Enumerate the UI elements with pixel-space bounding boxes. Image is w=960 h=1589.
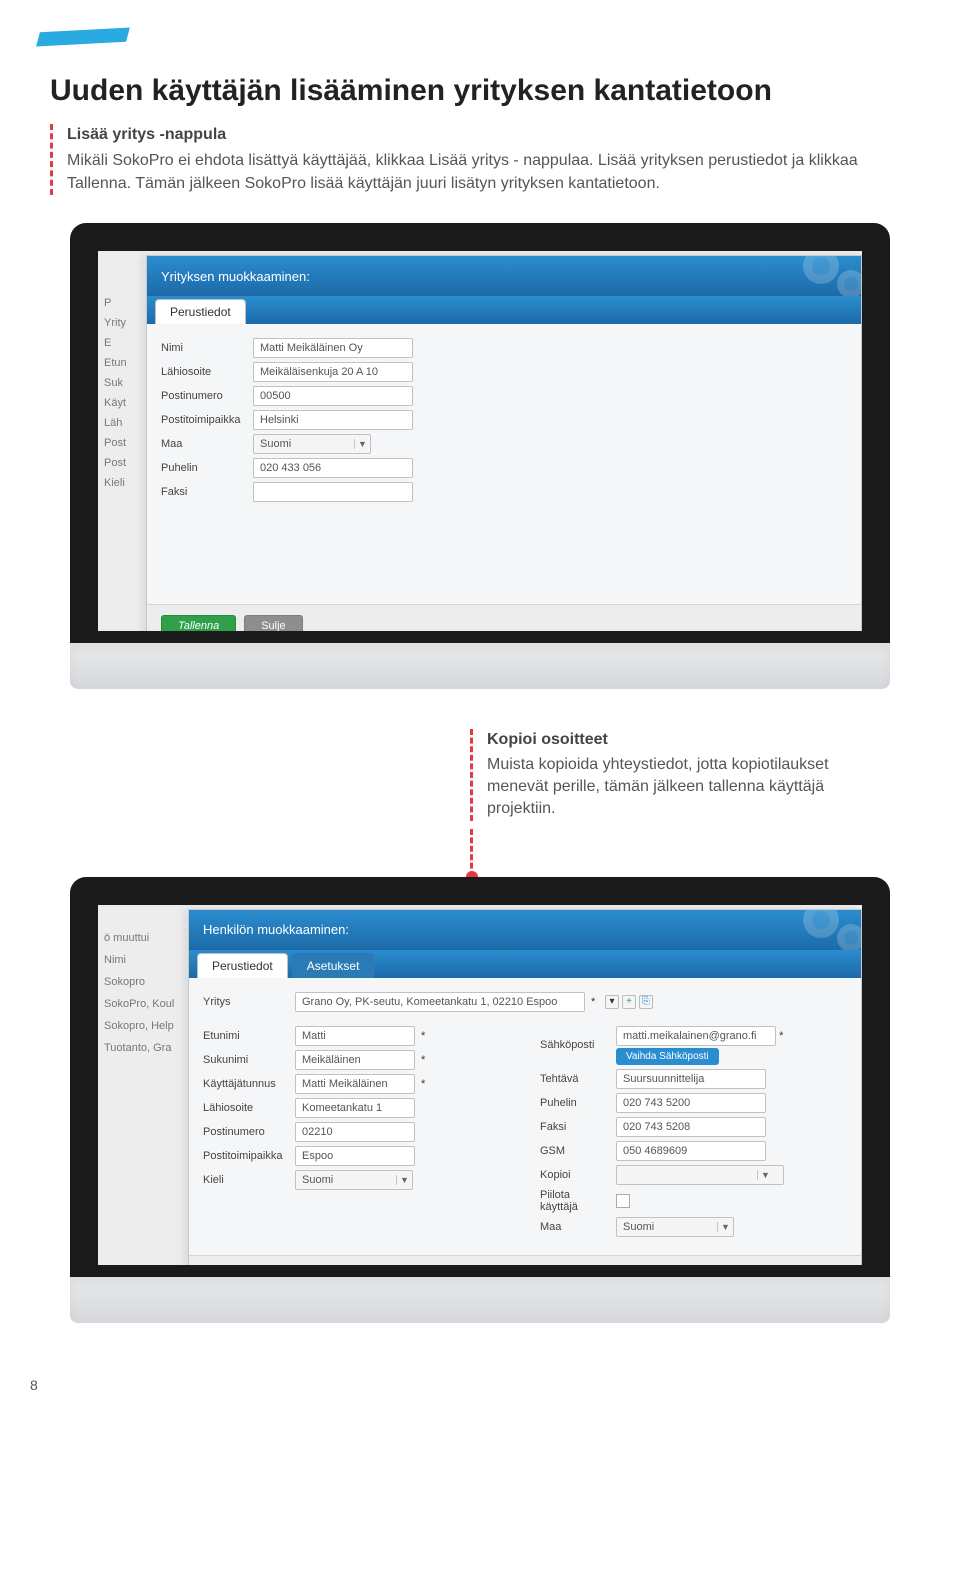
label-faksi: Faksi bbox=[161, 486, 247, 498]
label-postinumero: Postinumero bbox=[161, 390, 247, 402]
dropdown-maa[interactable]: Suomi ▼ bbox=[253, 434, 371, 454]
chevron-down-icon: ▼ bbox=[757, 1170, 773, 1180]
label-sukunimi: Sukunimi bbox=[203, 1054, 289, 1066]
label-puhelin: Puhelin bbox=[161, 462, 247, 474]
input-postitoimipaikka2[interactable] bbox=[295, 1146, 415, 1166]
input-postinumero2[interactable] bbox=[295, 1122, 415, 1142]
modal-title-2: Henkilön muokkaaminen: bbox=[203, 922, 349, 937]
background-window-labels-2: ö muuttui Nimi Sokopro SokoPro, Koul Sok… bbox=[104, 927, 174, 1059]
modal-tabs-2: Perustiedot Asetukset bbox=[189, 950, 861, 978]
input-tehtava[interactable] bbox=[616, 1069, 766, 1089]
page-title: Uuden käyttäjän lisääminen yrityksen kan… bbox=[50, 74, 910, 108]
add-icon[interactable]: + bbox=[622, 995, 636, 1009]
label-puhelin2: Puhelin bbox=[540, 1097, 610, 1109]
callout2-body: Muista kopioida yhteystiedot, jotta kopi… bbox=[487, 754, 890, 821]
label-piilota: Piilota käyttäjä bbox=[540, 1189, 610, 1213]
input-sukunimi[interactable] bbox=[295, 1050, 415, 1070]
label-postitoimipaikka2: Postitoimipaikka bbox=[203, 1150, 289, 1162]
input-lahiosoite2[interactable] bbox=[295, 1098, 415, 1118]
chevron-down-icon: ▼ bbox=[354, 439, 370, 449]
accent-bar bbox=[36, 28, 130, 47]
label-faksi2: Faksi bbox=[540, 1121, 610, 1133]
label-lahiosoite: Lähiosoite bbox=[161, 366, 247, 378]
modal-title: Yrityksen muokkaaminen: bbox=[161, 269, 310, 284]
modal-tabs: Perustiedot bbox=[147, 296, 861, 324]
input-etunimi[interactable] bbox=[295, 1026, 415, 1046]
input-yritys[interactable] bbox=[295, 992, 585, 1012]
intro-callout: Lisää yritys -nappula Mikäli SokoPro ei … bbox=[50, 124, 910, 195]
tab-perustiedot-2[interactable]: Perustiedot bbox=[197, 953, 288, 978]
chevron-down-icon[interactable]: ▾ bbox=[605, 995, 619, 1009]
chevron-down-icon: ▼ bbox=[396, 1175, 412, 1185]
callout2-title: Kopioi osoitteet bbox=[487, 729, 890, 751]
label-yritys: Yritys bbox=[203, 996, 289, 1008]
dropdown-kieli[interactable]: Suomi ▼ bbox=[295, 1170, 413, 1190]
close-button-2[interactable]: Sulje bbox=[286, 1266, 344, 1277]
input-postitoimipaikka[interactable] bbox=[253, 410, 413, 430]
label-postitoimipaikka: Postitoimipaikka bbox=[161, 414, 247, 426]
dropdown-maa2[interactable]: Suomi ▼ bbox=[616, 1217, 734, 1237]
background-window-labels: P Yrity E Etun Suk Käyt Läh Post Post Ki… bbox=[104, 293, 127, 493]
intro-body: Mikäli SokoPro ei ehdota lisättyä käyttä… bbox=[67, 150, 910, 195]
label-nimi: Nimi bbox=[161, 342, 247, 354]
input-faksi[interactable] bbox=[253, 482, 413, 502]
input-postinumero[interactable] bbox=[253, 386, 413, 406]
label-tehtava: Tehtävä bbox=[540, 1073, 610, 1085]
input-gsm[interactable] bbox=[616, 1141, 766, 1161]
monitor-2: ö muuttui Nimi Sokopro SokoPro, Koul Sok… bbox=[70, 877, 890, 1323]
input-kayttajatunnus[interactable] bbox=[295, 1074, 415, 1094]
close-button[interactable]: Sulje bbox=[244, 615, 302, 637]
input-faksi2[interactable] bbox=[616, 1117, 766, 1137]
tab-asetukset[interactable]: Asetukset bbox=[292, 953, 375, 978]
label-kieli: Kieli bbox=[203, 1174, 289, 1186]
required-star: * bbox=[591, 996, 599, 1008]
input-puhelin[interactable] bbox=[253, 458, 413, 478]
label-maa2: Maa bbox=[540, 1221, 610, 1233]
company-edit-modal: Yrityksen muokkaaminen: Perustiedot Nimi bbox=[146, 255, 862, 643]
change-email-button[interactable]: Vaihda Sähköposti bbox=[616, 1048, 719, 1065]
modal-header: Yrityksen muokkaaminen: bbox=[147, 256, 861, 296]
label-sahkoposti: Sähköposti bbox=[540, 1039, 610, 1051]
leader-line bbox=[470, 829, 910, 877]
tab-perustiedot[interactable]: Perustiedot bbox=[155, 299, 246, 324]
label-lahiosoite2: Lähiosoite bbox=[203, 1102, 289, 1114]
label-etunimi: Etunimi bbox=[203, 1030, 289, 1042]
label-maa: Maa bbox=[161, 438, 247, 450]
callout-kopioi: Kopioi osoitteet Muista kopioida yhteyst… bbox=[470, 729, 890, 821]
dropdown-kopioi[interactable]: ▼ bbox=[616, 1165, 784, 1185]
copy-icon[interactable]: ⎘ bbox=[639, 995, 653, 1009]
save-button-2[interactable]: Tallenna bbox=[203, 1266, 278, 1277]
save-button[interactable]: Tallenna bbox=[161, 615, 236, 637]
input-nimi[interactable] bbox=[253, 338, 413, 358]
label-kayttajatunnus: Käyttäjätunnus bbox=[203, 1078, 289, 1090]
input-lahiosoite[interactable] bbox=[253, 362, 413, 382]
gear-icon bbox=[761, 910, 861, 950]
label-postinumero2: Postinumero bbox=[203, 1126, 289, 1138]
chevron-down-icon: ▼ bbox=[717, 1222, 733, 1232]
person-edit-modal: Henkilön muokkaaminen: Perustiedot Asetu… bbox=[188, 909, 862, 1277]
intro-subheading: Lisää yritys -nappula bbox=[67, 124, 910, 146]
checkbox-piilota[interactable] bbox=[616, 1194, 630, 1208]
monitor-1: P Yrity E Etun Suk Käyt Läh Post Post Ki… bbox=[70, 223, 890, 689]
gear-icon bbox=[761, 256, 861, 296]
page-number: 8 bbox=[30, 1377, 38, 1393]
modal-header-2: Henkilön muokkaaminen: bbox=[189, 910, 861, 950]
input-puhelin2[interactable] bbox=[616, 1093, 766, 1113]
input-sahkoposti[interactable] bbox=[616, 1026, 776, 1046]
label-kopioi: Kopioi bbox=[540, 1169, 610, 1181]
label-gsm: GSM bbox=[540, 1145, 610, 1157]
